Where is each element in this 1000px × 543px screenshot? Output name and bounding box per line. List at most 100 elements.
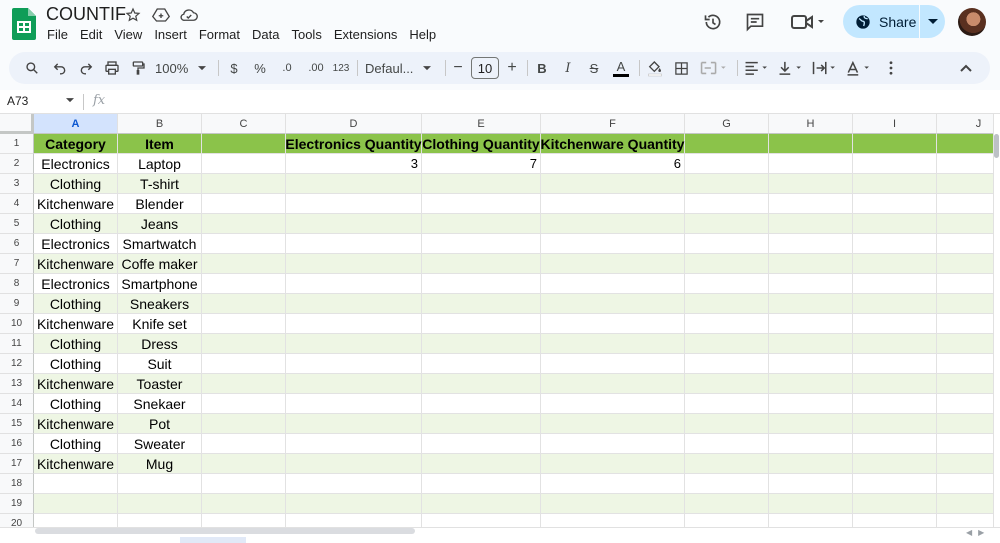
bold-button[interactable]: B — [533, 52, 551, 84]
cell-i16[interactable] — [853, 434, 937, 454]
cell-f16[interactable] — [541, 434, 685, 454]
cell-j5[interactable] — [937, 214, 993, 234]
cloud-saved-icon[interactable] — [180, 6, 198, 24]
cell-f9[interactable] — [541, 294, 685, 314]
cell-f11[interactable] — [541, 334, 685, 354]
cell-i13[interactable] — [853, 374, 937, 394]
row-header-2[interactable]: 2 — [0, 154, 34, 174]
cell-j13[interactable] — [937, 374, 993, 394]
cell-d17[interactable] — [286, 454, 422, 474]
cell-f3[interactable] — [541, 174, 685, 194]
cell-c6[interactable] — [202, 234, 286, 254]
cell-j9[interactable] — [937, 294, 993, 314]
share-button[interactable]: Share — [843, 5, 945, 38]
cell-a17[interactable]: Kitchenware — [34, 454, 118, 474]
percent-format-button[interactable]: % — [251, 52, 269, 84]
cell-h5[interactable] — [769, 214, 853, 234]
cell-h12[interactable] — [769, 354, 853, 374]
row-header-8[interactable]: 8 — [0, 274, 34, 294]
row-header-11[interactable]: 11 — [0, 334, 34, 354]
cell-d12[interactable] — [286, 354, 422, 374]
cell-f15[interactable] — [541, 414, 685, 434]
column-header-a[interactable]: A — [34, 114, 118, 134]
cell-j6[interactable] — [937, 234, 993, 254]
cell-f8[interactable] — [541, 274, 685, 294]
cell-i18[interactable] — [853, 474, 937, 494]
more-options-icon[interactable] — [883, 52, 899, 84]
star-icon[interactable] — [124, 6, 142, 24]
cell-g17[interactable] — [685, 454, 769, 474]
cell-c20[interactable] — [202, 514, 286, 527]
cell-g6[interactable] — [685, 234, 769, 254]
cell-i5[interactable] — [853, 214, 937, 234]
cell-c2[interactable] — [202, 154, 286, 174]
cell-d5[interactable] — [286, 214, 422, 234]
row-header-15[interactable]: 15 — [0, 414, 34, 434]
cell-e9[interactable] — [422, 294, 541, 314]
cell-h20[interactable] — [769, 514, 853, 527]
cell-f2[interactable]: 6 — [541, 154, 685, 174]
menu-extensions[interactable]: Extensions — [334, 27, 404, 42]
cell-b20[interactable] — [118, 514, 202, 527]
number-format-button[interactable]: 123 — [331, 52, 351, 84]
cell-a11[interactable]: Clothing — [34, 334, 118, 354]
cell-f13[interactable] — [541, 374, 685, 394]
row-header-4[interactable]: 4 — [0, 194, 34, 214]
redo-icon[interactable] — [75, 52, 97, 84]
cell-c13[interactable] — [202, 374, 286, 394]
cell-e12[interactable] — [422, 354, 541, 374]
cell-a3[interactable]: Clothing — [34, 174, 118, 194]
cell-b18[interactable] — [118, 474, 202, 494]
cell-d8[interactable] — [286, 274, 422, 294]
cell-g18[interactable] — [685, 474, 769, 494]
cell-e8[interactable] — [422, 274, 541, 294]
cell-a4[interactable]: Kitchenware — [34, 194, 118, 214]
menu-help[interactable]: Help — [409, 27, 442, 42]
cell-b15[interactable]: Pot — [118, 414, 202, 434]
cell-b13[interactable]: Toaster — [118, 374, 202, 394]
sheet-tab[interactable] — [180, 537, 246, 543]
horizontal-align-icon[interactable] — [743, 52, 771, 84]
menu-file[interactable]: File — [47, 27, 74, 42]
cell-j19[interactable] — [937, 494, 993, 514]
cell-g3[interactable] — [685, 174, 769, 194]
cell-d19[interactable] — [286, 494, 422, 514]
cell-f6[interactable] — [541, 234, 685, 254]
row-header-1[interactable]: 1 — [0, 134, 34, 154]
text-wrapping-icon[interactable] — [811, 52, 839, 84]
cell-j3[interactable] — [937, 174, 993, 194]
cell-d9[interactable] — [286, 294, 422, 314]
cell-h19[interactable] — [769, 494, 853, 514]
cell-i1[interactable] — [853, 134, 937, 154]
text-rotation-icon[interactable] — [845, 52, 873, 84]
cell-e19[interactable] — [422, 494, 541, 514]
cell-h17[interactable] — [769, 454, 853, 474]
cell-d20[interactable] — [286, 514, 422, 527]
decrease-decimal-button[interactable]: .0 — [275, 52, 299, 84]
paint-format-icon[interactable] — [127, 52, 149, 84]
name-box[interactable]: A73 — [7, 94, 28, 108]
cell-f17[interactable] — [541, 454, 685, 474]
document-title[interactable]: COUNTIF — [46, 4, 126, 25]
italic-button[interactable]: I — [559, 52, 577, 84]
cell-h6[interactable] — [769, 234, 853, 254]
merge-cells-icon[interactable] — [699, 52, 729, 84]
cell-b19[interactable] — [118, 494, 202, 514]
cell-e13[interactable] — [422, 374, 541, 394]
cell-b2[interactable]: Laptop — [118, 154, 202, 174]
cell-b12[interactable]: Suit — [118, 354, 202, 374]
cell-i2[interactable] — [853, 154, 937, 174]
version-history-icon[interactable] — [702, 11, 724, 33]
cell-i15[interactable] — [853, 414, 937, 434]
cell-g13[interactable] — [685, 374, 769, 394]
column-header-h[interactable]: H — [769, 114, 853, 134]
row-header-10[interactable]: 10 — [0, 314, 34, 334]
cell-e18[interactable] — [422, 474, 541, 494]
cell-b11[interactable]: Dress — [118, 334, 202, 354]
account-avatar[interactable] — [958, 8, 986, 36]
cell-h4[interactable] — [769, 194, 853, 214]
cell-e6[interactable] — [422, 234, 541, 254]
cell-e1[interactable]: Clothing Quantity — [422, 134, 541, 154]
row-header-12[interactable]: 12 — [0, 354, 34, 374]
cell-c12[interactable] — [202, 354, 286, 374]
